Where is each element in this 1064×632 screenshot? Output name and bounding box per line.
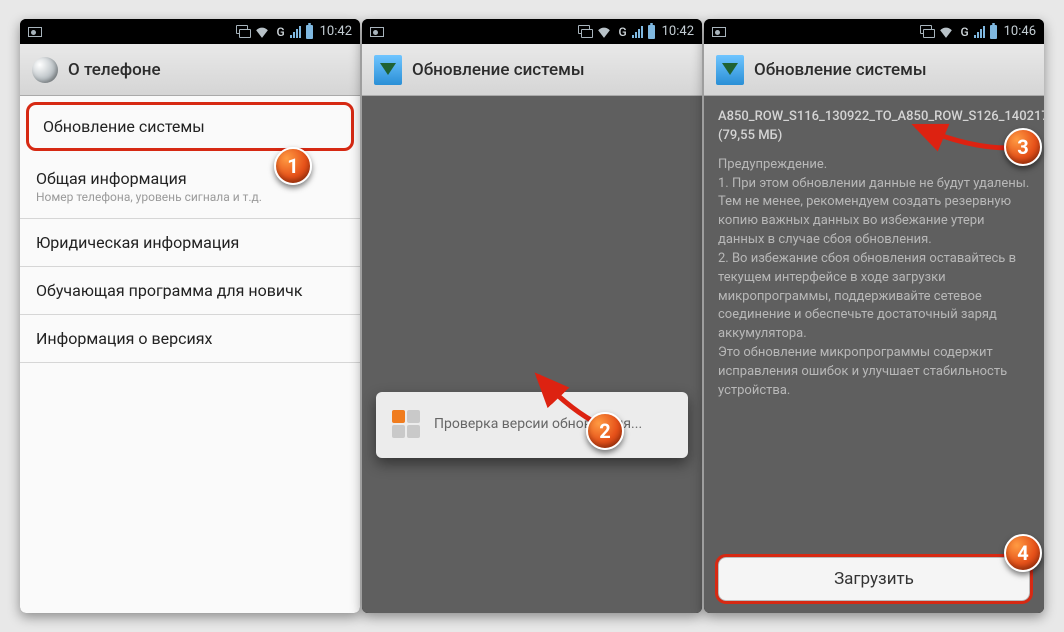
gallery-icon [370, 27, 384, 37]
sim-swap-icon [920, 25, 934, 39]
update-check-body: Проверка версии обновления... [362, 96, 702, 613]
gallery-icon [28, 27, 42, 37]
page-title: Обновление системы [754, 60, 927, 80]
list-item-label: Юридическая информация [36, 233, 344, 252]
status-bar: G 10:46 [704, 19, 1044, 44]
action-bar: Обновление системы [362, 44, 702, 96]
loading-icon [392, 410, 420, 438]
callout-badge-3: 3 [1004, 128, 1042, 166]
network-type-label: G [276, 25, 284, 39]
list-item-label: Информация о версиях [36, 329, 344, 348]
callout-badge-4: 4 [1004, 534, 1042, 572]
battery-icon [990, 25, 997, 39]
list-item-legal-info[interactable]: Юридическая информация [20, 219, 360, 267]
callout-badge-2: 2 [586, 412, 624, 450]
callout-arrow-3 [908, 118, 1018, 172]
phone-screenshot-1: G 10:42 О телефоне Обновление системы Об… [20, 19, 360, 613]
list-item-sublabel: Номер телефона, уровень сигнала и т.д. [36, 190, 344, 204]
gallery-icon [712, 27, 726, 37]
signal-icon [290, 26, 301, 38]
sim-swap-icon [578, 25, 592, 39]
list-item-system-update[interactable]: Обновление системы [26, 102, 354, 151]
list-item-version-info[interactable]: Информация о версиях [20, 315, 360, 363]
status-bar: G 10:42 [362, 19, 702, 44]
wifi-icon [939, 26, 953, 38]
system-update-icon [716, 55, 744, 85]
system-update-icon [374, 55, 402, 85]
download-button[interactable]: Загрузить [718, 557, 1030, 601]
action-bar: Обновление системы [704, 44, 1044, 96]
update-details-body: A850_ROW_S116_130922_TO_A850_ROW_S126_14… [704, 96, 1044, 613]
phone-screenshot-3: G 10:46 Обновление системы A850_ROW_S116… [704, 19, 1044, 613]
signal-icon [632, 26, 643, 38]
warning-text-3: Это обновление микропрограммы содержит и… [718, 344, 1030, 401]
battery-icon [648, 25, 655, 39]
network-type-label: G [960, 25, 968, 39]
clock-label: 10:42 [662, 24, 694, 39]
about-phone-icon [32, 57, 58, 83]
action-bar: О телефоне [20, 44, 360, 96]
callout-badge-1: 1 [274, 147, 312, 185]
status-bar: G 10:42 [20, 19, 360, 44]
network-type-label: G [618, 25, 626, 39]
wifi-icon [597, 26, 611, 38]
download-button-label: Загрузить [834, 569, 914, 589]
clock-label: 10:42 [320, 24, 352, 39]
list-item-tutorial[interactable]: Обучающая программа для новичк [20, 267, 360, 315]
sim-swap-icon [236, 25, 250, 39]
warning-text-2: 2. Во избежание сбоя обновления оставайт… [718, 250, 1030, 344]
clock-label: 10:46 [1004, 24, 1036, 39]
list-item-label: Обновление системы [43, 117, 337, 136]
list-item-label: Обучающая программа для новичк [36, 281, 344, 300]
phone-screenshot-2: G 10:42 Обновление системы Проверка верс… [362, 19, 702, 613]
wifi-icon [255, 26, 269, 38]
page-title: О телефоне [68, 60, 161, 80]
battery-icon [306, 25, 313, 39]
warning-text-1: 1. При этом обновлении данные не будут у… [718, 175, 1030, 250]
page-title: Обновление системы [412, 60, 585, 80]
signal-icon [974, 26, 985, 38]
